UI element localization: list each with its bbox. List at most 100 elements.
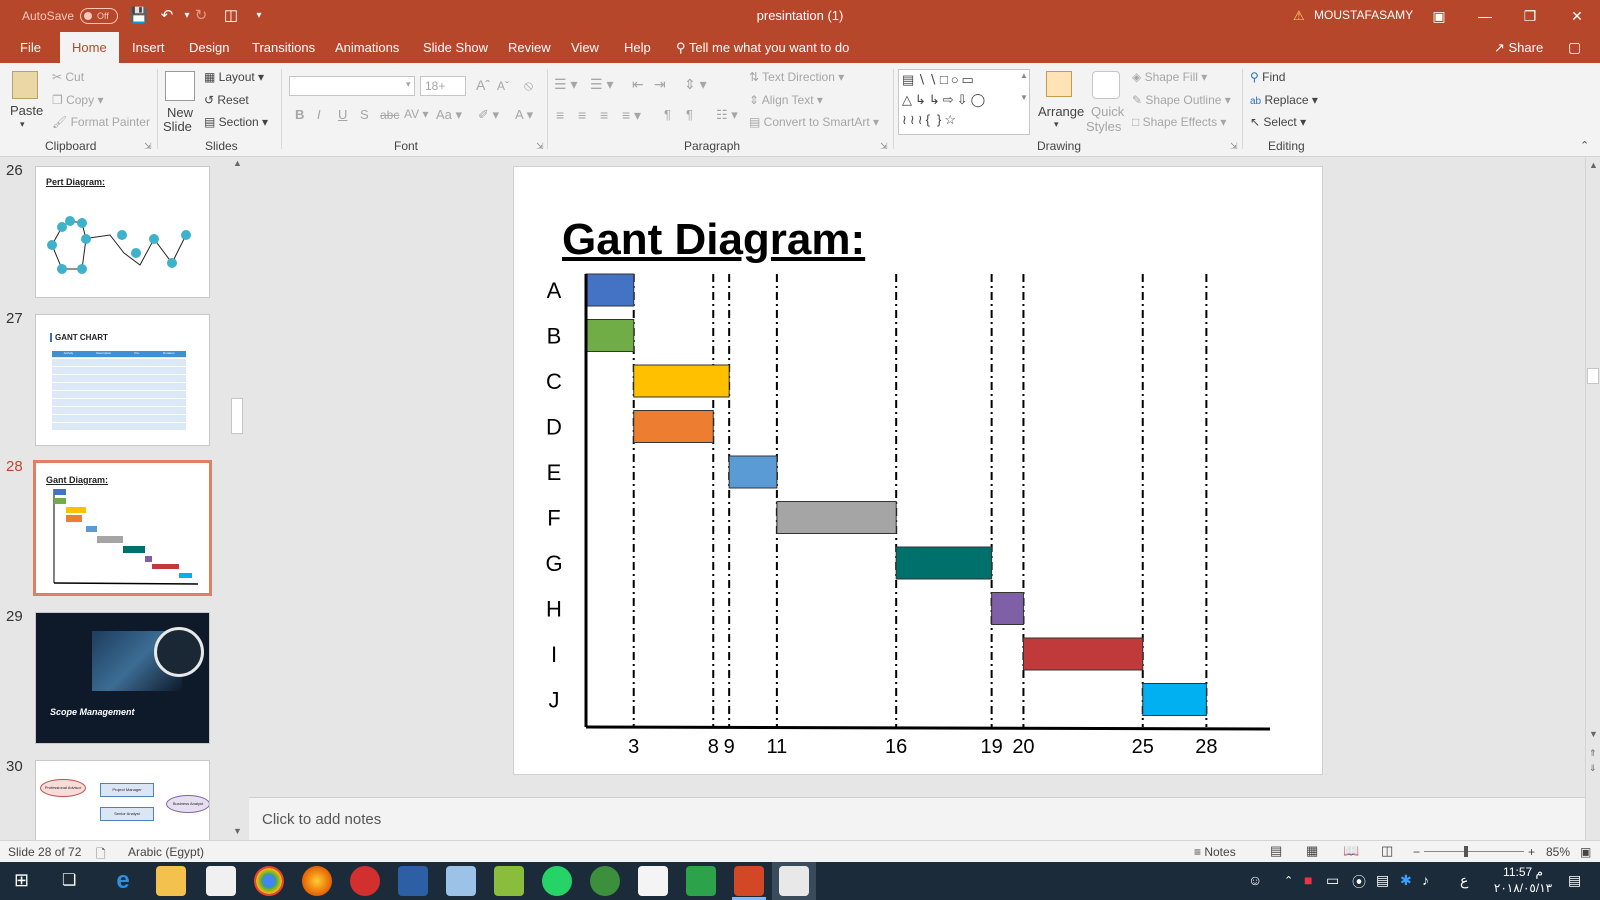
people-icon[interactable]: ☺ bbox=[1248, 872, 1262, 888]
tab-review[interactable]: Review bbox=[498, 32, 561, 63]
arrange-dropdown-icon[interactable]: ▾ bbox=[1054, 119, 1059, 130]
bluetooth-icon[interactable]: ✱ bbox=[1400, 872, 1412, 889]
font-size-box[interactable]: 18+ bbox=[420, 76, 466, 96]
paste-dropdown-icon[interactable]: ▾ bbox=[20, 119, 25, 130]
shapes-scroll-up-icon[interactable]: ▲ bbox=[1020, 71, 1028, 80]
font-name-box[interactable] bbox=[289, 76, 415, 96]
virtualbox-icon[interactable] bbox=[446, 866, 476, 896]
change-case-icon[interactable]: Aa ▾ bbox=[436, 107, 462, 123]
slide-canvas[interactable]: Gant Diagram: A B C D E F G H I J 3 8 9 11 16 19 20 25 28 bbox=[513, 166, 1323, 775]
grow-font-icon[interactable]: Aˆ bbox=[476, 77, 490, 93]
reset-button[interactable]: ↺ Reset bbox=[204, 93, 249, 107]
devcpp-icon[interactable] bbox=[398, 866, 428, 896]
thumbnail-scrollbar[interactable]: ▲ ▼ bbox=[230, 158, 246, 840]
action-center-icon[interactable]: ▤ bbox=[1568, 872, 1581, 889]
clear-format-icon[interactable]: ⦸ bbox=[524, 77, 533, 94]
tab-home[interactable]: Home bbox=[60, 32, 119, 63]
fit-slide-icon[interactable]: ▣ bbox=[1580, 845, 1591, 859]
tab-view[interactable]: View bbox=[561, 32, 609, 63]
clock[interactable]: 11:57 م ٢٠١٨/٠٥/١٣ bbox=[1488, 864, 1558, 896]
arrange-button[interactable]: Arrange bbox=[1038, 104, 1084, 119]
font-launcher-icon[interactable]: ⇲ bbox=[536, 141, 544, 152]
slide-count[interactable]: Slide 28 of 72 bbox=[8, 845, 81, 859]
store-icon[interactable] bbox=[206, 866, 236, 896]
edge-icon[interactable]: e bbox=[108, 866, 138, 896]
align-text-button[interactable]: ⇕ Align Text ▾ bbox=[749, 93, 823, 107]
section-button[interactable]: ▤ Section ▾ bbox=[204, 115, 268, 129]
recorder-icon[interactable] bbox=[350, 866, 380, 896]
share-button[interactable]: ↗ Share bbox=[1494, 32, 1543, 63]
zoom-out-icon[interactable]: − bbox=[1413, 845, 1420, 859]
tab-help[interactable]: Help bbox=[614, 32, 661, 63]
paragraph-launcher-icon[interactable]: ⇲ bbox=[880, 141, 888, 152]
restore-icon[interactable]: ❐ bbox=[1515, 4, 1545, 28]
wifi-icon[interactable]: ⦿ bbox=[1352, 872, 1366, 892]
ltr-icon[interactable]: ¶ bbox=[664, 107, 671, 122]
replace-button[interactable]: ab Replace ▾ bbox=[1250, 93, 1318, 107]
java-icon[interactable] bbox=[779, 866, 809, 896]
find-button[interactable]: ⚲ Find bbox=[1250, 70, 1285, 84]
new-slide-icon[interactable] bbox=[165, 71, 195, 101]
notes-toggle[interactable]: ≡ Notes bbox=[1194, 845, 1236, 859]
zoom-in-icon[interactable]: + bbox=[1528, 845, 1535, 859]
show-hidden-icons[interactable]: ⌃ bbox=[1284, 874, 1293, 887]
slide-thumbnail-27[interactable]: GANT CHART Activity Description Pre. Dur… bbox=[35, 314, 210, 446]
slide-thumbnail-29[interactable]: Scope Management bbox=[35, 612, 210, 744]
chrome-icon[interactable] bbox=[254, 866, 284, 896]
increase-indent-icon[interactable]: ⇥ bbox=[654, 76, 666, 93]
shape-effects-button[interactable]: □ Shape Effects ▾ bbox=[1132, 115, 1226, 129]
copy-button[interactable]: ❐ Copy ▾ bbox=[52, 93, 103, 107]
ribbon-display-icon[interactable]: ▣ bbox=[1424, 4, 1454, 28]
rtl-icon[interactable]: ¶ bbox=[686, 107, 693, 122]
align-right-icon[interactable]: ≡ bbox=[600, 107, 608, 123]
strikethrough-icon[interactable]: abc bbox=[380, 108, 399, 122]
layout-button[interactable]: ▦ Layout ▾ bbox=[204, 70, 264, 84]
new-slide-label-1[interactable]: New bbox=[167, 105, 193, 120]
convert-smartart-button[interactable]: ▤ Convert to SmartArt ▾ bbox=[749, 115, 879, 129]
quick-styles-label-1[interactable]: Quick bbox=[1091, 104, 1124, 119]
format-painter-button[interactable]: 🖌 Format Painter bbox=[52, 115, 150, 129]
drawing-launcher-icon[interactable]: ⇲ bbox=[1230, 141, 1238, 152]
tab-file[interactable]: File bbox=[10, 32, 51, 63]
volume-icon[interactable]: ♪ bbox=[1422, 872, 1429, 888]
char-spacing-icon[interactable]: AV ▾ bbox=[404, 107, 428, 121]
notes-pane[interactable]: Click to add notes bbox=[249, 797, 1585, 840]
highlight-icon[interactable]: ✐ ▾ bbox=[478, 107, 499, 123]
align-left-icon[interactable]: ≡ bbox=[556, 107, 564, 123]
underline-icon[interactable]: U bbox=[338, 107, 347, 122]
windows-start-icon[interactable]: ⊞ bbox=[14, 870, 29, 891]
font-color-icon[interactable]: A ▾ bbox=[515, 107, 533, 123]
scroll-down-icon[interactable]: ▼ bbox=[1589, 729, 1598, 739]
tell-me-search[interactable]: ⚲ Tell me what you want to do bbox=[676, 32, 849, 63]
italic-icon[interactable]: I bbox=[317, 107, 321, 122]
slide-sorter-icon[interactable]: ▦ bbox=[1306, 843, 1318, 859]
slideshow-view-icon[interactable]: ◫ bbox=[1381, 843, 1393, 859]
quick-styles-label-2[interactable]: Styles bbox=[1086, 119, 1121, 134]
cut-button[interactable]: ✂ Cut bbox=[52, 70, 84, 84]
clipboard-launcher-icon[interactable]: ⇲ bbox=[144, 141, 152, 152]
tab-insert[interactable]: Insert bbox=[122, 32, 175, 63]
shapes-gallery[interactable]: ▤∖∖□○▭ △↳↳⇨⇩◯ ≀≀≀{ }☆ bbox=[898, 69, 1030, 135]
task-view-icon[interactable]: ❏ bbox=[62, 870, 76, 890]
android-icon[interactable] bbox=[590, 866, 620, 896]
tab-slide-show[interactable]: Slide Show bbox=[413, 32, 498, 63]
zoom-slider-track[interactable] bbox=[1424, 851, 1524, 852]
close-icon[interactable]: ✕ bbox=[1562, 4, 1592, 28]
new-slide-label-2[interactable]: Slide bbox=[163, 119, 192, 134]
network-icon[interactable]: ▤ bbox=[1376, 872, 1389, 889]
shape-fill-button[interactable]: ◈ Shape Fill ▾ bbox=[1132, 70, 1207, 84]
zoom-slider-thumb[interactable] bbox=[1464, 846, 1468, 857]
previous-slide-icon[interactable]: ⇑ bbox=[1589, 748, 1597, 759]
text-direction-button[interactable]: ⇅ Text Direction ▾ bbox=[749, 70, 844, 84]
arrange-icon[interactable] bbox=[1046, 71, 1072, 97]
justify-icon[interactable]: ≡ ▾ bbox=[622, 107, 641, 124]
input-language[interactable]: ع bbox=[1460, 872, 1468, 889]
scroll-thumb[interactable] bbox=[1587, 368, 1599, 384]
bold-icon[interactable]: B bbox=[295, 107, 304, 122]
quick-styles-icon[interactable] bbox=[1092, 71, 1120, 99]
tab-animations[interactable]: Animations bbox=[325, 32, 409, 63]
powerpoint-icon[interactable] bbox=[734, 866, 764, 896]
reading-view-icon[interactable]: 📖 bbox=[1343, 843, 1359, 859]
whatsapp-icon[interactable] bbox=[542, 866, 572, 896]
slide-thumbnail-26[interactable]: Pert Diagram: bbox=[35, 166, 210, 298]
